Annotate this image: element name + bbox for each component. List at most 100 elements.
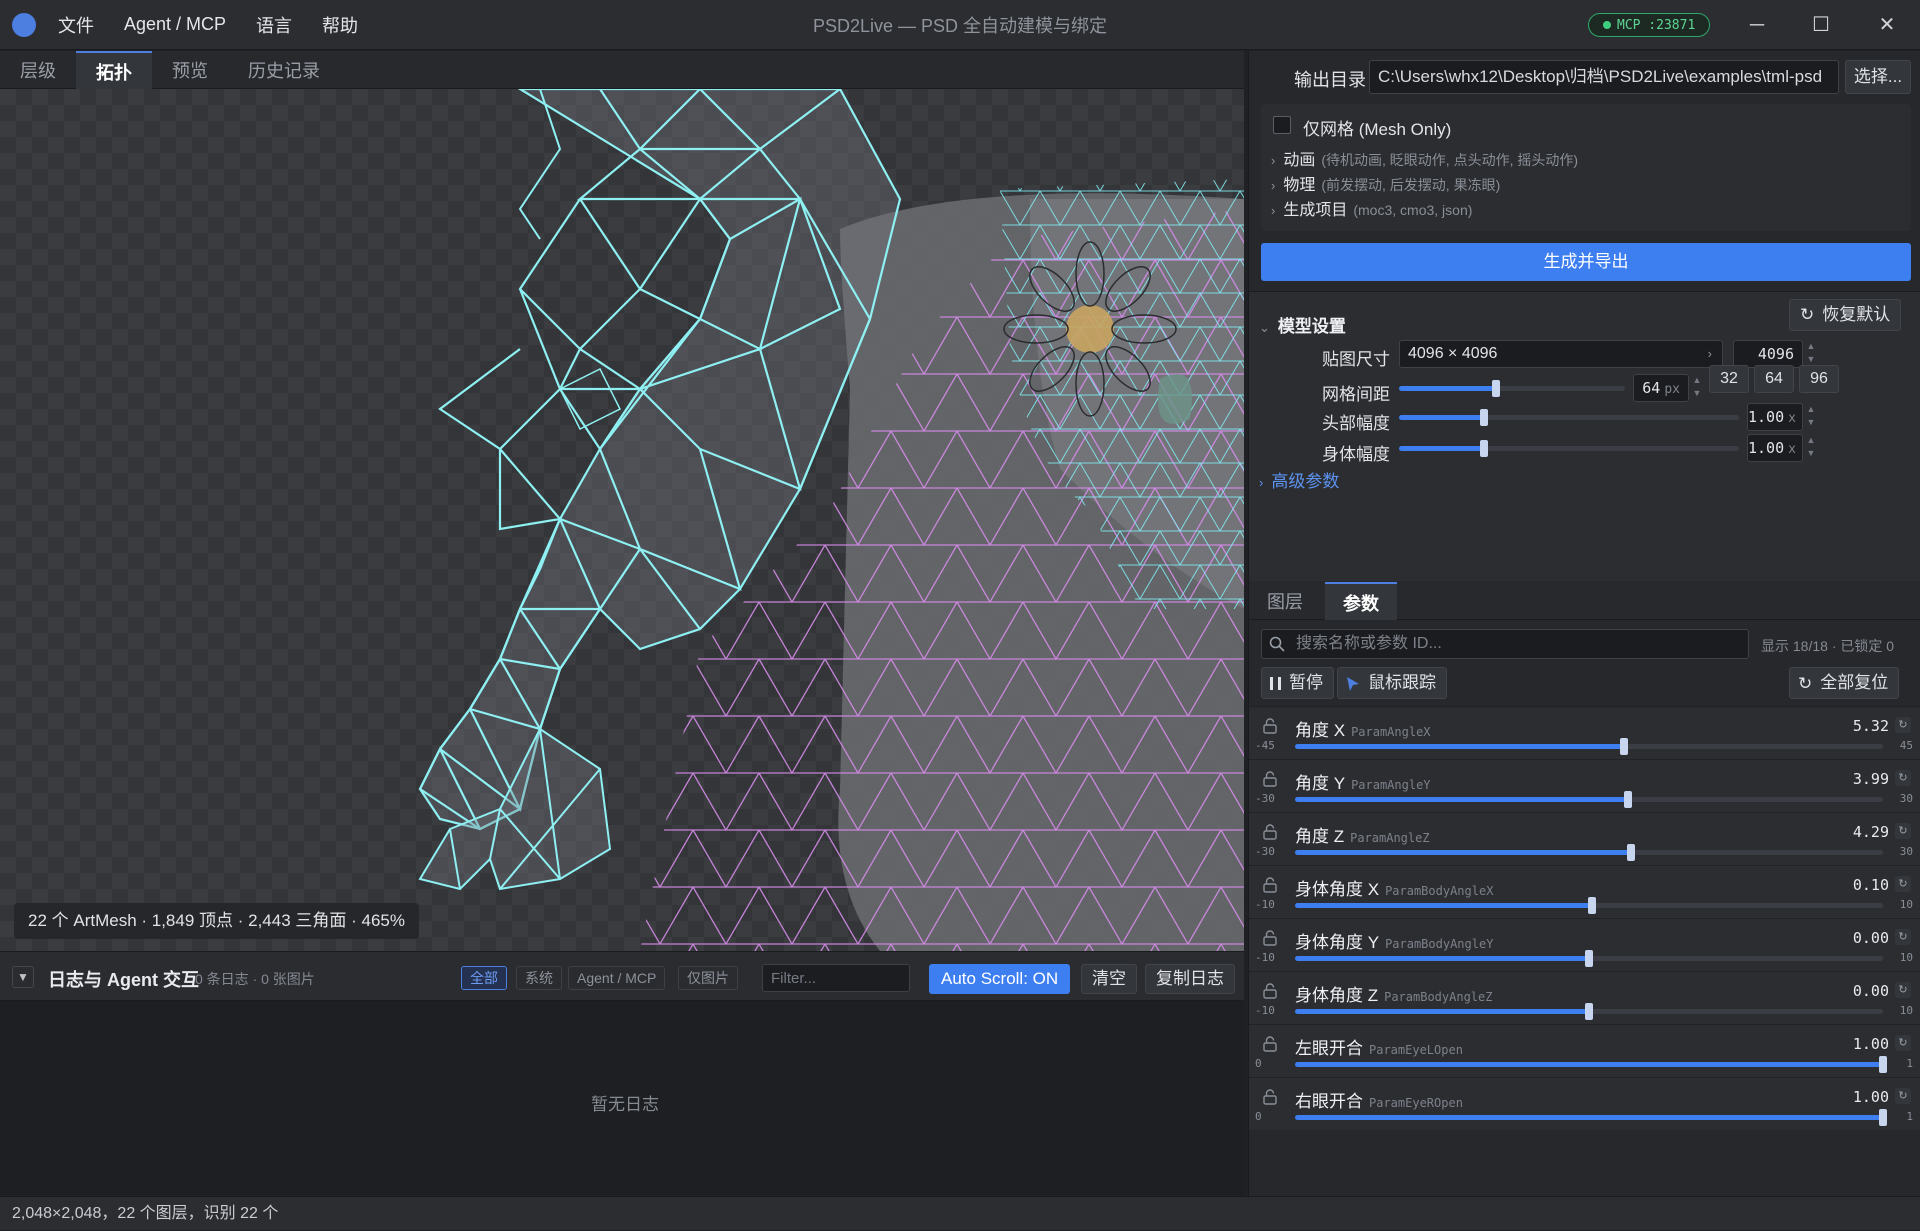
param-slider[interactable] (1295, 1003, 1883, 1020)
grid-preset-96[interactable]: 96 (1799, 365, 1839, 393)
unlock-icon[interactable] (1263, 771, 1277, 787)
param-slider[interactable] (1295, 897, 1883, 914)
param-slider[interactable] (1295, 738, 1883, 755)
tab-preview[interactable]: 预览 (152, 51, 228, 89)
reset-param-icon[interactable]: ↻ (1895, 1035, 1911, 1051)
restore-defaults-button[interactable]: ↻ 恢复默认 (1789, 299, 1902, 331)
param-value[interactable]: 0.00 (1853, 929, 1889, 947)
maximize-button[interactable]: ☐ (1808, 12, 1834, 38)
unlock-icon[interactable] (1263, 877, 1277, 893)
param-min: -10 (1255, 898, 1275, 911)
grid-spacing-slider[interactable] (1399, 380, 1625, 397)
param-value[interactable]: 0.10 (1853, 876, 1889, 894)
log-collapse-chevron-icon[interactable]: ▼ (12, 966, 34, 988)
slider-thumb[interactable] (1585, 1003, 1593, 1020)
log-filter-all[interactable]: 全部 (461, 966, 507, 990)
slider-thumb[interactable] (1624, 791, 1633, 808)
param-slider[interactable] (1295, 950, 1883, 967)
menu-file[interactable]: 文件 (58, 12, 94, 38)
reset-param-icon[interactable]: ↻ (1895, 929, 1911, 945)
param-name: 身体角度 X ParamBodyAngleX (1295, 875, 1493, 900)
param-value[interactable]: 0.00 (1853, 982, 1889, 1000)
clear-log-button[interactable]: 清空 (1081, 964, 1137, 994)
autoscroll-toggle[interactable]: Auto Scroll: ON (929, 964, 1071, 994)
texture-spin-arrows-icon[interactable]: ▲ ▼ (1804, 340, 1818, 368)
tab-hierarchy[interactable]: 层级 (0, 51, 76, 89)
tab-layers[interactable]: 图层 (1249, 582, 1321, 620)
tab-topology[interactable]: 拓扑 (76, 51, 152, 89)
menu-help[interactable]: 帮助 (322, 12, 358, 38)
generate-export-button[interactable]: 生成并导出 (1261, 243, 1911, 281)
log-filter-input[interactable] (762, 964, 910, 992)
slider-thumb[interactable] (1585, 950, 1593, 967)
body-amplitude-spinbox[interactable]: 1.00 x (1747, 434, 1803, 462)
reset-param-icon[interactable]: ↻ (1895, 823, 1911, 839)
slider-thumb[interactable] (1492, 380, 1501, 397)
body-amplitude-slider[interactable] (1399, 440, 1739, 457)
unlock-icon[interactable] (1263, 983, 1277, 999)
slider-thumb[interactable] (1619, 738, 1628, 755)
choose-dir-button[interactable]: 选择... (1845, 60, 1911, 94)
unlock-icon[interactable] (1263, 718, 1277, 734)
param-slider[interactable] (1295, 844, 1883, 861)
grid-preset-64[interactable]: 64 (1754, 365, 1794, 393)
param-min: 0 (1255, 1057, 1262, 1070)
grid-preset-32[interactable]: 32 (1709, 365, 1749, 393)
log-filter-images[interactable]: 仅图片 (678, 966, 738, 990)
model-settings-header[interactable]: ⌄ 模型设置 (1259, 312, 1346, 337)
reset-param-icon[interactable]: ↻ (1895, 982, 1911, 998)
expander-animation[interactable]: › 动画 (待机动画, 眨眼动作, 点头动作, 摇头动作) (1271, 146, 1578, 170)
unlock-icon[interactable] (1263, 930, 1277, 946)
reset-param-icon[interactable]: ↻ (1895, 770, 1911, 786)
slider-thumb[interactable] (1627, 844, 1636, 861)
param-value[interactable]: 3.99 (1853, 770, 1889, 788)
mouse-track-button[interactable]: 鼠标跟踪 (1337, 667, 1447, 699)
head-spin-arrows-icon[interactable]: ▲ ▼ (1804, 403, 1818, 431)
unlock-icon[interactable] (1263, 1036, 1277, 1052)
slider-thumb[interactable] (1879, 1056, 1887, 1073)
body-spin-arrows-icon[interactable]: ▲ ▼ (1804, 434, 1818, 462)
grid-spin-arrows-icon[interactable]: ▲ ▼ (1690, 374, 1704, 402)
tab-history[interactable]: 历史记录 (228, 51, 340, 89)
slider-thumb[interactable] (1480, 409, 1488, 426)
log-filter-agent-mcp[interactable]: Agent / MCP (568, 966, 666, 990)
unlock-icon[interactable] (1263, 1089, 1277, 1105)
copy-log-button[interactable]: 复制日志 (1145, 964, 1235, 994)
slider-thumb[interactable] (1587, 897, 1596, 914)
param-search-input[interactable] (1261, 629, 1749, 659)
tab-params[interactable]: 参数 (1325, 582, 1397, 620)
reset-param-icon[interactable]: ↻ (1895, 1088, 1911, 1104)
param-slider[interactable] (1295, 1109, 1887, 1126)
output-dir-field[interactable]: C:\Users\whx12\Desktop\归档\PSD2Live\examp… (1369, 60, 1839, 94)
close-button[interactable]: ✕ (1874, 12, 1900, 38)
head-amplitude-slider[interactable] (1399, 409, 1739, 426)
expander-generate-project[interactable]: › 生成项目 (moc3, cmo3, json) (1271, 196, 1472, 220)
reset-param-icon[interactable]: ↻ (1895, 876, 1911, 892)
param-value[interactable]: 1.00 (1853, 1088, 1889, 1106)
log-filter-system[interactable]: 系统 (516, 966, 562, 990)
param-value[interactable]: 4.29 (1853, 823, 1889, 841)
pause-button[interactable]: 暂停 (1261, 667, 1334, 699)
mesh-only-checkbox[interactable] (1273, 116, 1291, 134)
menu-agent-mcp[interactable]: Agent / MCP (124, 14, 226, 35)
texture-size-spinbox[interactable]: 4096 (1733, 340, 1803, 368)
param-value[interactable]: 5.32 (1853, 717, 1889, 735)
chevron-right-icon: › (1707, 346, 1712, 361)
unlock-icon[interactable] (1263, 824, 1277, 840)
param-value[interactable]: 1.00 (1853, 1035, 1889, 1053)
head-amplitude-spinbox[interactable]: 1.00 x (1747, 403, 1803, 431)
mouse-track-label: 鼠标跟踪 (1368, 673, 1436, 692)
texture-size-select[interactable]: 4096 × 4096 › (1399, 340, 1723, 368)
grid-spacing-spinbox[interactable]: 64 px (1633, 374, 1689, 402)
reset-all-button[interactable]: ↻ 全部复位 (1789, 667, 1900, 699)
slider-thumb[interactable] (1480, 440, 1488, 457)
slider-thumb[interactable] (1879, 1109, 1887, 1126)
reset-param-icon[interactable]: ↻ (1895, 717, 1911, 733)
advanced-params-expander[interactable]: › 高级参数 (1259, 467, 1339, 492)
param-slider[interactable] (1295, 791, 1883, 808)
minimize-button[interactable]: ─ (1744, 12, 1770, 38)
param-slider[interactable] (1295, 1056, 1887, 1073)
expander-physics[interactable]: › 物理 (前发摆动, 后发摆动, 果冻眼) (1271, 171, 1500, 195)
topology-canvas[interactable]: 22 个 ArtMesh · 1,849 顶点 · 2,443 三角面 · 46… (0, 89, 1244, 951)
menu-language[interactable]: 语言 (256, 12, 292, 38)
